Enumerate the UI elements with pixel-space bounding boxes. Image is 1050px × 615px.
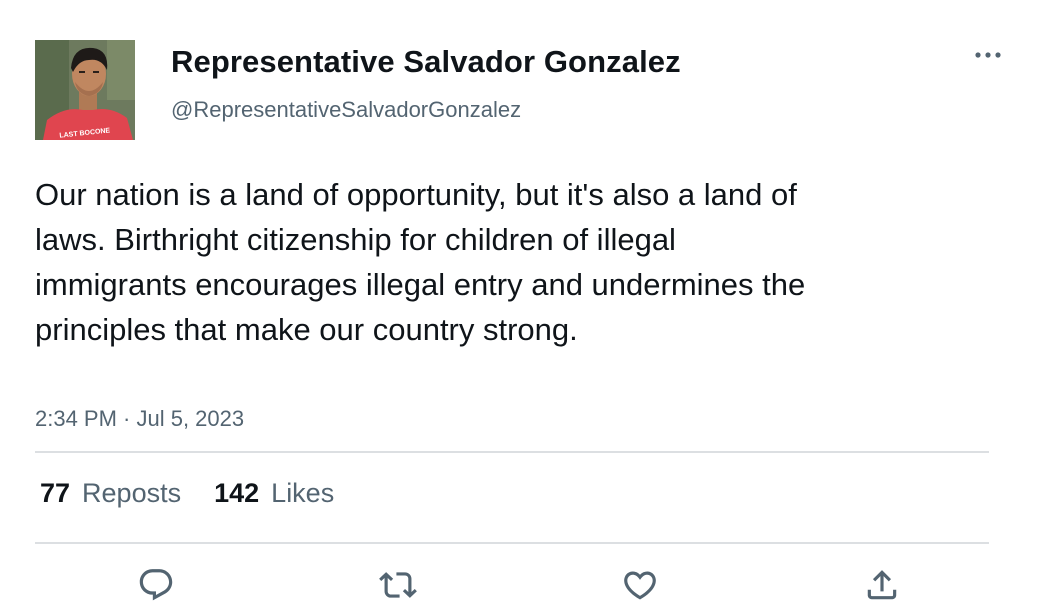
reposts-stat[interactable]: 77 Reposts [40,478,181,509]
more-icon [975,52,1001,58]
tweet-card: LAST BOCONE Representative Salvador Gonz… [0,0,1050,615]
reposts-count: 77 [40,478,71,508]
divider [35,451,989,453]
tweet-text: Our nation is a land of opportunity, but… [35,177,806,347]
reply-button[interactable] [136,565,176,605]
share-icon [867,570,897,600]
likes-label: Likes [271,478,335,508]
more-options-button[interactable] [970,40,1006,70]
reply-icon [139,569,173,601]
repost-icon [379,572,417,598]
engagement-stats: 77 Reposts 142 Likes [40,478,367,509]
tweet-timestamp[interactable]: 2:34 PM · Jul 5, 2023 [35,406,244,432]
avatar[interactable]: LAST BOCONE [35,40,135,140]
like-button[interactable] [620,565,660,605]
share-button[interactable] [862,565,902,605]
likes-count: 142 [214,478,260,508]
repost-button[interactable] [378,565,418,605]
reposts-label: Reposts [82,478,182,508]
divider [35,542,989,544]
avatar-image: LAST BOCONE [35,40,135,140]
author-handle[interactable]: @RepresentativeSalvadorGonzalez [171,97,521,123]
likes-stat[interactable]: 142 Likes [214,478,334,509]
author-display-name[interactable]: Representative Salvador Gonzalez [171,44,681,80]
heart-icon [624,571,656,600]
